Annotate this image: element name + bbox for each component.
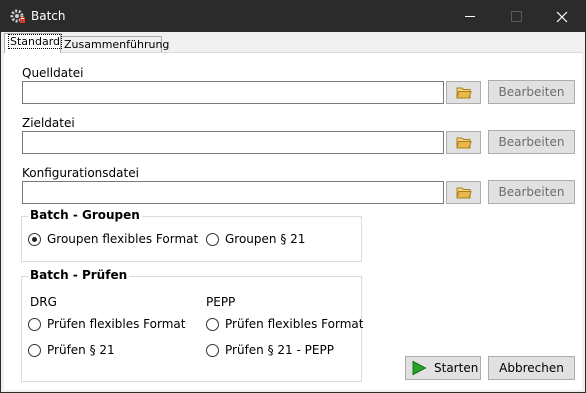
start-button-label: Starten [434,361,479,375]
config-file-input[interactable] [22,181,444,204]
minimize-button[interactable] [447,1,493,32]
batch-window: Batch Standard Zusammenführung Quelldate… [0,0,586,393]
radio-circle [206,232,219,246]
radio-pepp-flexibel-label: Prüfen flexibles Format [225,317,364,331]
radio-drg-21-label: Prüfen § 21 [47,343,115,357]
radio-groupen-21[interactable]: Groupen § 21 [206,232,305,246]
config-edit-button[interactable]: Bearbeiten [488,180,575,204]
close-button[interactable] [539,1,585,32]
target-file-label: Zieldatei [22,116,75,130]
source-file-label: Quelldatei [22,66,84,80]
drg-heading: DRG [30,295,57,309]
window-title: Batch [31,9,66,23]
config-browse-button[interactable] [446,181,481,204]
close-icon [556,11,568,22]
tab-zusammenfuehrung-label: Zusammenführung [64,38,170,51]
gear-app-icon [10,8,26,24]
radio-groupen-21-label: Groupen § 21 [225,232,306,246]
radio-circle [28,343,41,357]
radio-circle [206,343,219,357]
radio-circle [206,317,219,331]
radio-dot [32,236,37,242]
batch-pruefen-title: Batch - Prüfen [28,268,130,282]
minimize-icon [465,16,475,17]
source-file-input[interactable] [22,81,444,104]
tab-standard[interactable]: Standard [4,33,63,53]
play-icon [412,360,427,376]
radio-pepp-21-label: Prüfen § 21 - PEPP [225,343,334,357]
batch-groupen-title: Batch - Groupen [28,208,142,222]
maximize-icon [510,11,522,22]
target-file-input[interactable] [22,131,444,154]
pepp-heading: PEPP [206,295,236,309]
title-bar[interactable]: Batch [1,1,585,32]
source-browse-button[interactable] [446,81,481,104]
start-button[interactable]: Starten [405,356,481,380]
cancel-button[interactable]: Abbrechen [488,356,575,380]
radio-drg-flexibel[interactable]: Prüfen flexibles Format [28,317,185,331]
radio-groupen-flexibel-label: Groupen flexibles Format [47,232,199,246]
radio-circle [28,317,41,331]
radio-drg-21[interactable]: Prüfen § 21 [28,343,115,357]
radio-pepp-flexibel[interactable]: Prüfen flexibles Format [206,317,363,331]
folder-icon [455,87,472,99]
folder-icon [455,137,472,149]
radio-circle [28,232,41,246]
target-edit-button[interactable]: Bearbeiten [488,130,575,154]
target-browse-button[interactable] [446,131,481,154]
source-edit-button[interactable]: Bearbeiten [488,80,575,104]
tab-standard-label: Standard [8,34,63,49]
radio-groupen-flexibel[interactable]: Groupen flexibles Format [28,232,198,246]
radio-drg-flexibel-label: Prüfen flexibles Format [47,317,186,331]
config-file-label: Konfigurationsdatei [22,166,139,180]
folder-icon [455,187,472,199]
radio-pepp-21[interactable]: Prüfen § 21 - PEPP [206,343,334,357]
maximize-button[interactable] [493,1,539,32]
